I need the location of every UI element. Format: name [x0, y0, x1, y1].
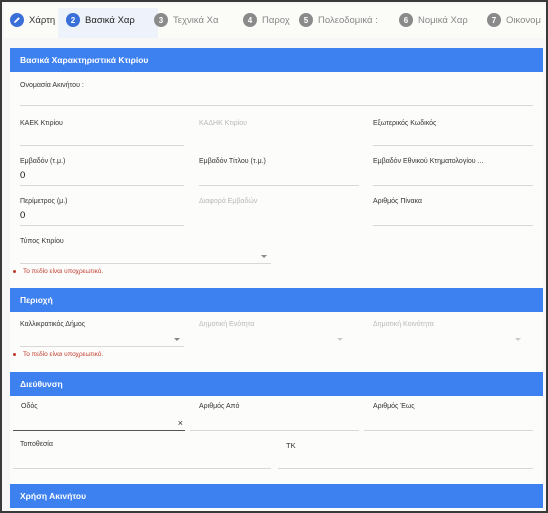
perimeter-field[interactable]: Περίμετρος (μ.) 0 — [20, 198, 184, 226]
municipal-community-select: Δημοτική Κοινότητα — [373, 321, 525, 347]
field-underline — [364, 430, 533, 431]
field-underline — [20, 185, 184, 186]
form-content: Βασικά Χαρακτηριστικά Κτιρίου Ονομασία Α… — [10, 48, 543, 511]
area-sqm-field[interactable]: Εμβαδόν (τ.μ.) 0 — [20, 158, 184, 186]
step-basic-characteristics[interactable]: 2 Βασικά Χαρ — [66, 11, 152, 29]
field-underline — [20, 225, 184, 226]
field-value: 0 — [20, 170, 26, 181]
step-label: Οικονομ — [506, 14, 541, 26]
municipality-error: Το πεδίο είναι υποχρεωτικό. — [13, 351, 103, 358]
number-to-field[interactable]: Αριθμός Έως — [364, 403, 533, 431]
field-label: Εμβαδόν (τ.μ.) — [20, 158, 66, 165]
section-header-basic: Βασικά Χαρακτηριστικά Κτιρίου — [10, 48, 543, 72]
step-number: 4 — [243, 13, 257, 27]
step-label: Τεχνικά Χα — [173, 14, 219, 26]
field-label: Ονομασία Ακινήτου : — [20, 82, 84, 89]
field-label: Αριθμός Έως — [373, 403, 415, 410]
step-map[interactable]: Χάρτη — [10, 11, 60, 29]
street-field[interactable]: Οδός × — [13, 403, 185, 431]
field-underline — [20, 346, 184, 347]
field-label: Εμβαδόν Τίτλου (τ.μ.) — [199, 158, 266, 165]
clear-icon[interactable]: × — [178, 418, 183, 428]
field-label: Οδός — [21, 403, 38, 410]
step-label: Βασικά Χαρ — [85, 14, 135, 26]
field-underline — [373, 145, 533, 146]
step-label: Χάρτη — [29, 14, 56, 26]
field-label: Περίμετρος (μ.) — [20, 198, 68, 205]
title-area-field[interactable]: Εμβαδόν Τίτλου (τ.μ.) — [199, 158, 359, 186]
step-number: 3 — [154, 13, 168, 27]
field-label: Αριθμός Από — [199, 403, 240, 410]
location-field[interactable]: Τοποθεσία — [13, 441, 271, 469]
field-label: ΚΑΔΗΚ Κτιρίου — [199, 120, 247, 127]
building-type-select[interactable]: Τύπος Κτιρίου — [20, 238, 271, 264]
step-number: 5 — [299, 13, 313, 27]
field-underline — [373, 225, 533, 226]
step-label: Πολεοδομικά : — [318, 14, 378, 26]
field-label: ΤΚ — [286, 441, 296, 450]
number-from-field[interactable]: Αριθμός Από — [190, 403, 359, 431]
kaek-field[interactable]: ΚΑΕΚ Κτιρίου — [20, 120, 184, 146]
building-type-error: Το πεδίο είναι υποχρεωτικό. — [13, 268, 103, 275]
field-label: Καλλικρατικός Δήμος — [20, 321, 86, 328]
property-name-field[interactable]: Ονομασία Ακινήτου : — [20, 82, 533, 106]
field-underline — [20, 263, 271, 264]
error-dot-icon — [13, 270, 16, 273]
field-label: Εξωτερικός Κωδικός — [373, 120, 437, 127]
chevron-down-icon[interactable] — [174, 338, 180, 341]
municipality-select[interactable]: Καλλικρατικός Δήμος — [20, 321, 184, 347]
municipal-unit-select: Δημοτική Ενότητα — [199, 321, 347, 347]
step-number: 7 — [487, 13, 501, 27]
section-header-usage: Χρήση Ακινήτου — [10, 484, 543, 508]
field-label: Τοποθεσία — [20, 441, 53, 448]
step-financial[interactable]: 7 Οικονομ — [487, 11, 546, 29]
chevron-down-icon — [515, 338, 521, 341]
field-label: Δημοτική Ενότητα — [199, 321, 255, 328]
step-technical-characteristics[interactable]: 3 Τεχνικά Χα — [154, 11, 230, 29]
field-underline — [199, 185, 359, 186]
section-header-area: Περιοχή — [10, 288, 543, 312]
field-label: Εμβαδόν Εθνικού Κτηματολογίου ... — [373, 158, 484, 165]
step-legal-characteristics[interactable]: 6 Νομικά Χαρ — [399, 11, 479, 29]
field-underline — [278, 468, 533, 469]
error-text: Το πεδίο είναι υποχρεωτικό. — [23, 351, 104, 358]
section-header-address: Διεύθυνση — [10, 372, 543, 396]
step-label: Παροχ — [262, 14, 290, 26]
field-underline — [20, 105, 533, 106]
step-urban-planning[interactable]: 5 Πολεοδομικά : — [299, 11, 381, 29]
field-underline — [13, 468, 271, 469]
error-text: Το πεδίο είναι υποχρεωτικό. — [23, 268, 104, 275]
step-number: 6 — [399, 13, 413, 27]
field-underline — [20, 145, 184, 146]
field-label: Διαφορά Εμβαδών — [199, 198, 258, 205]
step-provisions[interactable]: 4 Παροχ — [243, 11, 301, 29]
cadastre-area-field[interactable]: Εμβαδόν Εθνικού Κτηματολογίου ... — [373, 158, 533, 186]
external-code-field[interactable]: Εξωτερικός Κωδικός — [373, 120, 533, 146]
kadik-field: ΚΑΔΗΚ Κτιρίου — [199, 120, 359, 146]
field-underline — [190, 430, 359, 431]
error-dot-icon — [13, 353, 16, 356]
chevron-down-icon — [337, 338, 343, 341]
postal-code-field[interactable]: ΤΚ — [278, 441, 533, 469]
app-frame: Χάρτη 2 Βασικά Χαρ 3 Τεχνικά Χα 4 Παροχ … — [0, 0, 548, 513]
field-underline — [373, 185, 533, 186]
wizard-stepper: Χάρτη 2 Βασικά Χαρ 3 Τεχνικά Χα 4 Παροχ … — [4, 4, 546, 38]
pencil-icon — [10, 13, 24, 27]
field-label: ΚΑΕΚ Κτιρίου — [20, 120, 63, 127]
area-difference-field: Διαφορά Εμβαδών — [199, 198, 359, 226]
field-underline — [13, 430, 185, 431]
field-label: Αριθμός Πίνακα — [373, 198, 422, 205]
table-number-field[interactable]: Αριθμός Πίνακα — [373, 198, 533, 226]
field-label: Δημοτική Κοινότητα — [373, 321, 434, 328]
field-label: Τύπος Κτιρίου — [20, 238, 64, 245]
step-number: 2 — [66, 13, 80, 27]
step-label: Νομικά Χαρ — [418, 14, 468, 26]
chevron-down-icon[interactable] — [261, 255, 267, 258]
field-value: 0 — [20, 210, 26, 221]
